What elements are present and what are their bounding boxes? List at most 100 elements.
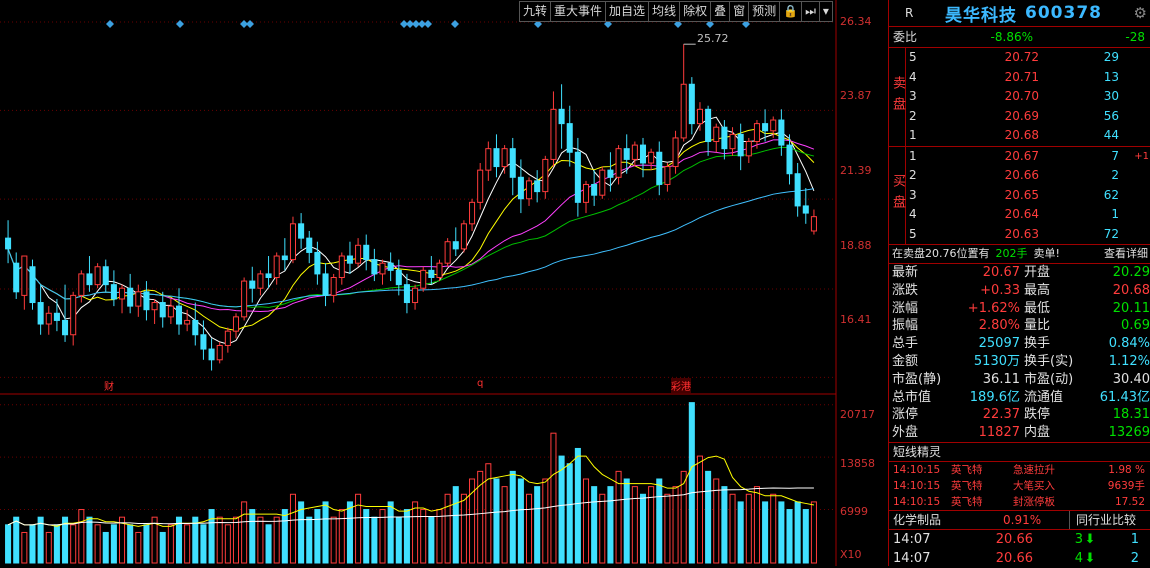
- event-diamond-icon: [106, 20, 114, 28]
- view-details-link[interactable]: 查看详细: [1104, 245, 1150, 263]
- tick-row: 14:07 20.66 3 ⬇ 1: [889, 530, 1150, 549]
- kline-chart-area[interactable]: 九转 重大事件 加自选 均线 除权 叠 窗 预测 🔒 ⏭ ▾ 26.34 23.…: [0, 0, 888, 566]
- candle-body: [265, 273, 272, 278]
- toolbar-button-moving-average[interactable]: 均线: [648, 1, 681, 22]
- buy-level-row[interactable]: 1 20.67 7 +1: [906, 147, 1150, 167]
- skip-end-icon[interactable]: ⏭: [801, 1, 820, 22]
- event-marker-hk-connect[interactable]: 彩港: [671, 378, 691, 393]
- volume-bar: [298, 501, 305, 564]
- buy-orderbook: 买盘 1 20.67 7 +1 2 20.66 2 3 20.65 62 4 20.64 1 5 20.63…: [889, 146, 1150, 245]
- tick-row: 14:07 20.66 4 ⬇ 2: [889, 549, 1150, 568]
- short-value: 9639手: [1107, 479, 1145, 492]
- sell-level-row[interactable]: 2 20.69 56: [906, 107, 1150, 127]
- candle-body: [501, 148, 508, 168]
- industry-row[interactable]: 化学制品 0.91% 同行业比较: [889, 510, 1150, 530]
- candle-body: [550, 108, 557, 160]
- volume-bar: [208, 509, 215, 564]
- candle-body: [184, 319, 191, 325]
- short-value: 17.52: [1114, 495, 1145, 508]
- quote-value: 30.40: [1112, 371, 1150, 387]
- quote-label: 总手: [892, 336, 919, 352]
- dropdown-arrow-icon[interactable]: ▾: [818, 1, 833, 22]
- volume-bar: [159, 531, 166, 564]
- quote-label: 最新: [892, 265, 919, 280]
- short-time: 14:10:15: [893, 495, 941, 508]
- short-line-header[interactable]: 短线精灵: [889, 443, 1150, 462]
- short-line-item[interactable]: 14:10:15 英飞特 急速拉升 1.98 %: [889, 462, 1150, 478]
- volume-bar: [281, 509, 288, 564]
- quote-value: 20.29: [1112, 265, 1150, 280]
- volume-bar: [574, 447, 581, 564]
- toolbar-button-jiuzhuan[interactable]: 九转: [519, 1, 552, 22]
- industry-compare-button[interactable]: 同行业比较: [1069, 510, 1136, 529]
- event-marker-earnings[interactable]: 财: [104, 378, 114, 393]
- level-volume: 62: [1103, 187, 1119, 202]
- volume-bar: [289, 493, 296, 564]
- short-value: 1.98 %: [1108, 463, 1145, 476]
- volume-bar: [615, 470, 622, 564]
- toolbar-button-major-events[interactable]: 重大事件: [550, 1, 607, 22]
- buy-level-row[interactable]: 5 20.63 72: [906, 225, 1150, 245]
- level-number: 1: [909, 128, 917, 142]
- tick-volume: 4: [1074, 550, 1083, 566]
- level-volume: 7: [1111, 148, 1119, 163]
- candle-body: [517, 176, 524, 200]
- level-number: 5: [909, 50, 917, 64]
- tick-count: 2: [1130, 550, 1139, 566]
- short-line-item[interactable]: 14:10:15 英飞特 封涨停板 17.52: [889, 494, 1150, 510]
- buy-level-row[interactable]: 2 20.66 2: [906, 166, 1150, 186]
- candle-body: [346, 255, 353, 264]
- volume-bar: [53, 524, 60, 564]
- quote-label: 内盘: [1024, 425, 1051, 441]
- candle-body: [273, 255, 280, 278]
- quote-value: 0.69: [1121, 318, 1150, 334]
- level-price: 20.63: [1004, 226, 1039, 241]
- candle-body: [5, 237, 12, 250]
- quote-label: 涨幅: [892, 300, 919, 316]
- candle-body: [420, 269, 427, 289]
- toolbar-button-forecast[interactable]: 预测: [748, 1, 781, 22]
- candle-body: [631, 144, 638, 160]
- event-marker-q[interactable]: q: [477, 378, 483, 389]
- candle-body: [143, 291, 150, 311]
- buy-level-row[interactable]: 3 20.65 62: [906, 186, 1150, 206]
- volume-bar: [45, 531, 52, 564]
- kline-chart[interactable]: [0, 0, 888, 566]
- sell-side-text: 卖盘: [890, 75, 905, 118]
- candle-body: [574, 151, 581, 203]
- volume-axis-tick: 20717: [840, 408, 875, 421]
- candle-body: [794, 173, 801, 207]
- toolbar-button-add-watchlist[interactable]: 加自选: [605, 1, 650, 22]
- candle-body: [493, 148, 500, 168]
- volume-bar: [802, 509, 809, 564]
- level-volume: 44: [1103, 128, 1119, 142]
- sell-level-row[interactable]: 1 20.68 44: [906, 126, 1150, 146]
- notice-action: 卖单!: [1033, 247, 1060, 260]
- buy-level-row[interactable]: 4 20.64 1: [906, 205, 1150, 225]
- candle-body: [802, 205, 809, 214]
- level-price: 20.67: [1004, 148, 1039, 163]
- short-line-item[interactable]: 14:10:15 英飞特 大笔买入 9639手: [889, 478, 1150, 494]
- volume-bar: [794, 501, 801, 564]
- lock-icon[interactable]: 🔒: [779, 1, 803, 22]
- volume-bar: [249, 509, 256, 564]
- volume-bar: [705, 470, 712, 564]
- gear-icon[interactable]: ⚙: [1134, 4, 1147, 22]
- candle-body: [729, 133, 736, 150]
- toolbar-button-overlay[interactable]: 叠: [710, 1, 731, 22]
- quote-value: 25097: [978, 336, 1020, 352]
- candle-body: [460, 223, 467, 250]
- sell-level-row[interactable]: 3 20.70 30: [906, 87, 1150, 107]
- level-volume: 30: [1103, 89, 1119, 103]
- sell-level-row[interactable]: 5 20.72 29: [906, 48, 1150, 68]
- level-number: 4: [909, 69, 917, 84]
- short-line-list: 14:10:15 英飞特 急速拉升 1.98 % 14:10:15 英飞特 大笔买入 9639…: [889, 462, 1150, 511]
- volume-bar: [224, 524, 231, 564]
- candle-body: [322, 273, 329, 296]
- toolbar-button-ex-rights[interactable]: 除权: [679, 1, 712, 22]
- quote-value: +0.33: [980, 282, 1020, 298]
- big-order-notice[interactable]: 在卖盘20.76位置有 202手 卖单! 查看详细: [889, 245, 1150, 264]
- sell-level-row[interactable]: 4 20.71 13: [906, 68, 1150, 88]
- candle-body: [208, 348, 215, 361]
- toolbar-button-window[interactable]: 窗: [729, 1, 750, 22]
